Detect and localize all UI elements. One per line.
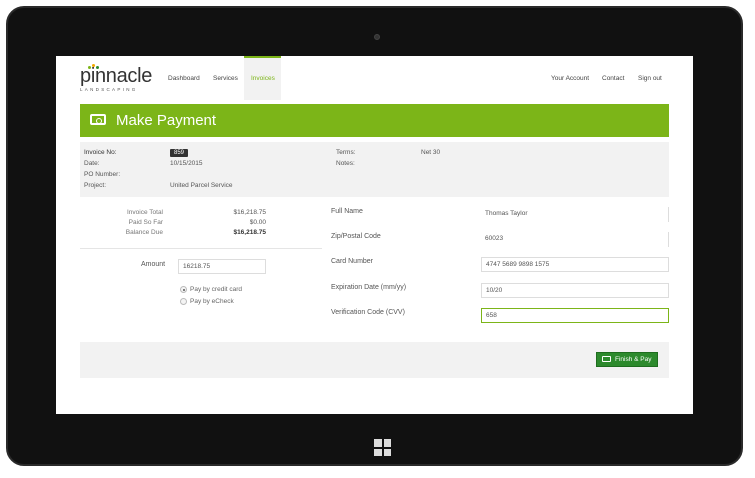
pay-echeck-label[interactable]: Pay by eCheck [190,298,234,305]
invoice-no-label: Invoice No: [84,149,117,156]
pay-credit-card-radio[interactable] [180,286,187,293]
nav-services[interactable]: Services [213,75,238,82]
project-label: Project: [84,182,107,189]
invoice-total-label: Invoice Total [126,209,163,216]
cvv-input[interactable]: 658 [481,308,669,323]
expiration-label: Expiration Date (mm/yy) [331,284,407,291]
zip-label: Zip/Postal Code [331,233,381,240]
money-icon [90,114,106,125]
project-value: United Parcel Service [170,182,233,189]
terms-value: Net 30 [421,149,441,156]
nav-invoices[interactable]: Invoices [251,75,275,82]
amount-input[interactable]: 16218.75 [178,259,266,274]
windows-logo-icon[interactable] [374,439,391,456]
form-footer: Finish & Pay [80,342,669,378]
page-header: Make Payment [80,104,669,137]
pay-credit-card-label[interactable]: Pay by credit card [190,286,242,293]
date-value: 10/15/2015 [170,160,203,167]
pay-echeck-radio[interactable] [180,298,187,305]
brand-logo[interactable]: pinnacle LANDSCAPING [80,64,152,92]
invoice-info: Invoice No: 859 Date: 10/15/2015 PO Numb… [80,142,669,197]
full-name-input[interactable]: Thomas Taylor [481,207,669,222]
amount-label: Amount [141,261,166,268]
top-nav: pinnacle LANDSCAPING Dashboard Services … [56,56,693,100]
camera-icon [374,34,380,40]
card-number-label: Card Number [331,258,374,265]
nav-sign-out[interactable]: Sign out [638,75,662,82]
page-title: Make Payment [116,112,217,129]
balance-due-value: $16,218.75 [233,229,266,236]
expiration-input[interactable]: 10/20 [481,283,669,298]
brand-tagline: LANDSCAPING [80,87,138,92]
po-number-label: PO Number: [84,171,121,178]
cvv-label: Verification Code (CVV) [331,309,405,316]
nav-dashboard[interactable]: Dashboard [168,75,200,82]
notes-label: Notes: [336,160,355,167]
terms-label: Terms: [336,149,356,156]
date-label: Date: [84,160,100,167]
money-icon [602,356,611,362]
zip-input[interactable]: 60023 [481,232,669,247]
finish-and-pay-button[interactable]: Finish & Pay [596,352,658,367]
nav-contact[interactable]: Contact [602,75,624,82]
paid-so-far-label: Paid So Far [128,219,163,226]
summary-divider [80,248,322,249]
app-screen: pinnacle LANDSCAPING Dashboard Services … [56,56,693,414]
full-name-label: Full Name [331,208,363,215]
paid-so-far-value: $0.00 [249,219,266,226]
invoice-total-value: $16,218.75 [233,209,266,216]
invoice-no-badge: 859 [170,149,189,157]
finish-and-pay-label: Finish & Pay [615,356,652,363]
balance-due-label: Balance Due [125,229,163,236]
card-number-input[interactable]: 4747 5689 9898 1575 [481,257,669,272]
logo-dots-icon [88,64,100,70]
nav-your-account[interactable]: Your Account [551,75,589,82]
